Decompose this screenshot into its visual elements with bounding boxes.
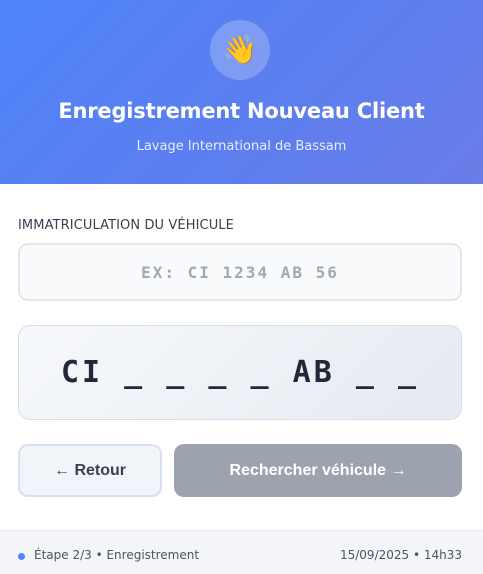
greeting-avatar: 👋 (210, 20, 270, 80)
plate-preview-box: CI _ _ _ _ AB _ _ (18, 325, 462, 420)
plate-input[interactable] (18, 243, 462, 301)
plate-field-label: IMMATRICULATION DU VÉHICULE (18, 218, 234, 233)
search-vehicle-button[interactable]: Rechercher véhicule → (174, 444, 462, 497)
waving-hand-icon: 👋 (222, 33, 258, 66)
plate-preview-text: CI _ _ _ _ AB _ _ (60, 355, 420, 390)
timestamp: 15/09/2025 • 14h33 (339, 548, 462, 562)
header-banner: 👋 Enregistrement Nouveau Client Lavage I… (0, 0, 483, 184)
back-button[interactable]: ← Retour (18, 444, 162, 497)
status-footer: Étape 2/3 • Enregistrement 15/09/2025 • … (0, 530, 483, 574)
page-title: Enregistrement Nouveau Client (58, 99, 425, 123)
step-indicator: Étape 2/3 • Enregistrement (34, 548, 200, 562)
page-subtitle: Lavage International de Bassam (136, 139, 347, 154)
status-dot-icon (18, 553, 25, 560)
